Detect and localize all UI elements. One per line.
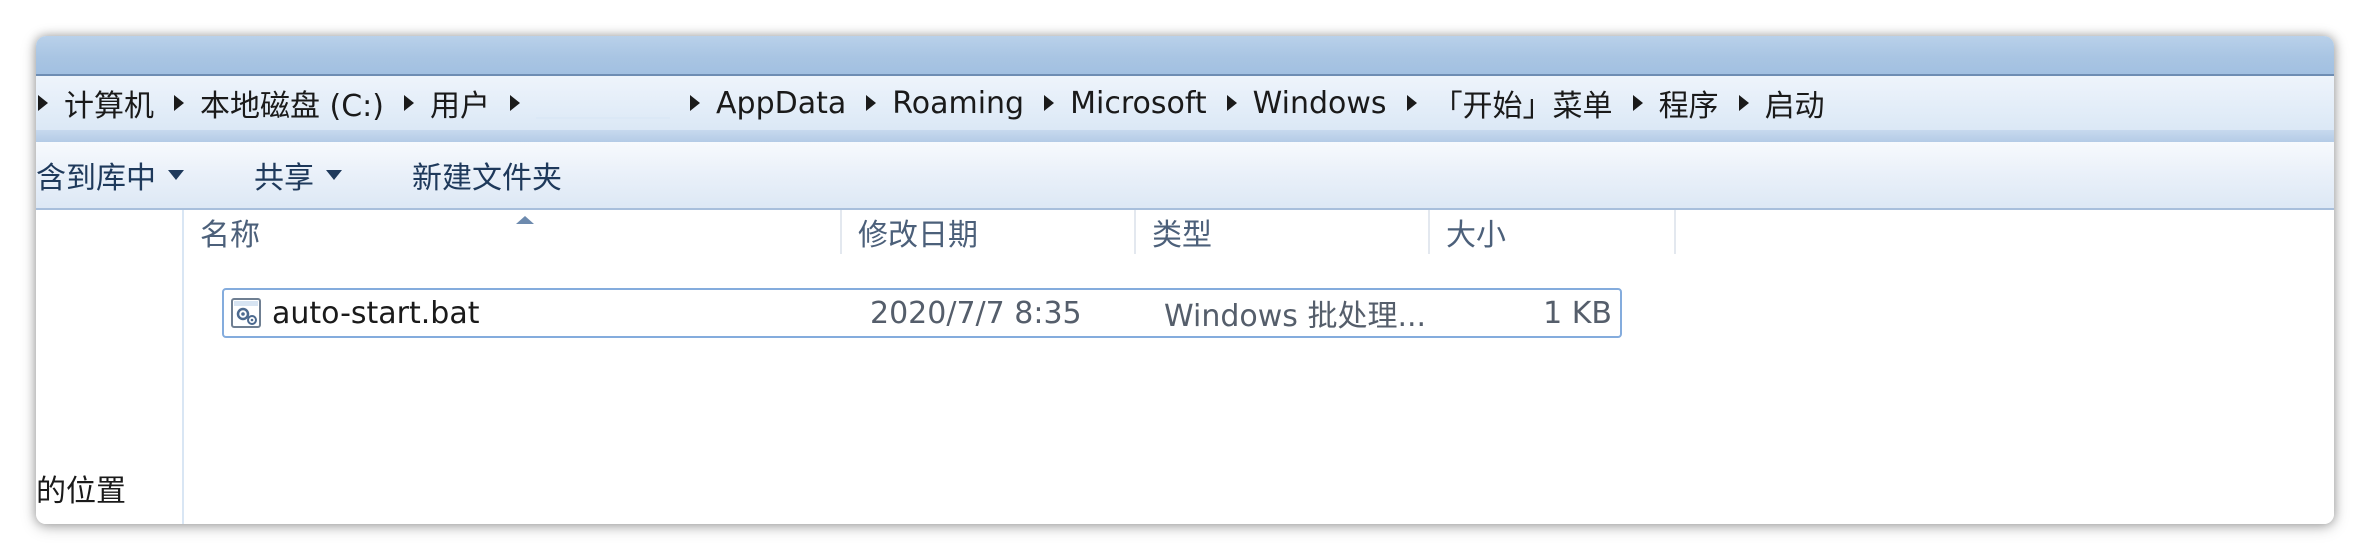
column-name-label: 名称 [200,218,260,253]
breadcrumb-windows[interactable]: Windows [1207,86,1387,121]
breadcrumb-label[interactable]: 用户 [430,81,490,125]
breadcrumb-start-menu[interactable]: 「开始」菜单 [1387,81,1613,125]
include-in-library-label: 含到库中 [36,161,156,196]
breadcrumb-appdata[interactable]: AppData [670,86,846,121]
breadcrumb-computer[interactable]: 计算机 [36,81,154,125]
file-size: 1 KB [1543,295,1612,331]
breadcrumb-label[interactable]: AppData [716,86,846,121]
breadcrumb-label[interactable]: 程序 [1659,81,1719,125]
chevron-right-icon[interactable] [510,95,520,111]
chevron-right-icon[interactable] [404,95,414,111]
breadcrumb-users[interactable]: 用户 [384,81,490,125]
breadcrumb-roaming[interactable]: Roaming [846,86,1024,121]
title-bar [36,36,2334,74]
new-folder-button[interactable]: 新建文件夹 [412,153,562,197]
share-label: 共享 [254,161,314,196]
column-header-date-modified[interactable]: 修改日期 [842,210,1134,254]
breadcrumb-label[interactable]: Roaming [892,86,1024,121]
chevron-right-icon[interactable] [690,95,700,111]
batch-file-icon [231,298,261,328]
column-headers: 名称 修改日期 类型 大小 [184,210,1784,254]
new-folder-label: 新建文件夹 [412,161,562,196]
navigation-pane[interactable]: 的位置 [36,210,184,524]
chevron-right-icon[interactable] [174,95,184,111]
chevron-right-icon[interactable] [1632,95,1643,111]
breadcrumb-username-redacted[interactable] [490,87,670,119]
breadcrumb-label[interactable]: 「开始」菜单 [1433,81,1613,125]
breadcrumb-label[interactable]: 启动 [1765,81,1825,125]
column-header-name[interactable]: 名称 [184,210,798,254]
chevron-right-icon[interactable] [866,95,877,111]
column-date-label: 修改日期 [858,218,978,253]
dropdown-arrow-icon [168,170,184,180]
file-name[interactable]: auto-start.bat [272,290,480,336]
dropdown-arrow-icon [326,170,342,180]
toolbar-divider [36,130,2334,142]
breadcrumb-microsoft[interactable]: Microsoft [1024,86,1207,121]
share-button[interactable]: 共享 [254,153,342,197]
breadcrumb-label[interactable]: 计算机 [64,81,154,125]
file-date-modified: 2020/7/7 8:35 [870,295,1082,331]
breadcrumb-label[interactable]: 本地磁盘 (C:) [200,81,384,125]
command-bar: 含到库中 共享 新建文件夹 [36,142,2334,210]
chevron-right-icon[interactable] [1406,95,1417,111]
breadcrumb-programs[interactable]: 程序 [1613,81,1719,125]
column-divider[interactable] [1674,210,1676,254]
column-type-label: 类型 [1152,218,1212,253]
breadcrumb-label[interactable]: Windows [1253,86,1387,121]
breadcrumb-label[interactable]: Microsoft [1070,86,1207,121]
breadcrumb-label-redacted[interactable] [536,87,670,119]
file-row-auto-start[interactable]: auto-start.bat 2020/7/7 8:35 Windows 批处理… [222,288,1622,338]
chevron-right-icon[interactable] [1226,95,1237,111]
chevron-right-icon[interactable] [1738,95,1749,111]
column-header-size[interactable]: 大小 [1430,210,1624,254]
column-size-label: 大小 [1446,218,1506,253]
file-list[interactable]: 名称 修改日期 类型 大小 auto-start.bat 2020/7/7 8:… [184,210,2334,524]
sort-ascending-icon [516,216,534,224]
address-bar[interactable]: 计算机 本地磁盘 (C:) 用户 AppData Roaming Microso… [36,74,2334,132]
include-in-library-button[interactable]: 含到库中 [36,153,184,197]
nav-item-partial-label[interactable]: 的位置 [36,466,126,510]
column-header-type[interactable]: 类型 [1136,210,1428,254]
breadcrumb-startup[interactable]: 启动 [1719,81,1825,125]
file-type: Windows 批处理... [1164,299,1427,334]
chevron-right-icon[interactable] [1044,95,1055,111]
chevron-right-icon[interactable] [38,95,48,111]
explorer-window: 计算机 本地磁盘 (C:) 用户 AppData Roaming Microso… [36,36,2334,524]
breadcrumb-local-disk[interactable]: 本地磁盘 (C:) [154,81,384,125]
